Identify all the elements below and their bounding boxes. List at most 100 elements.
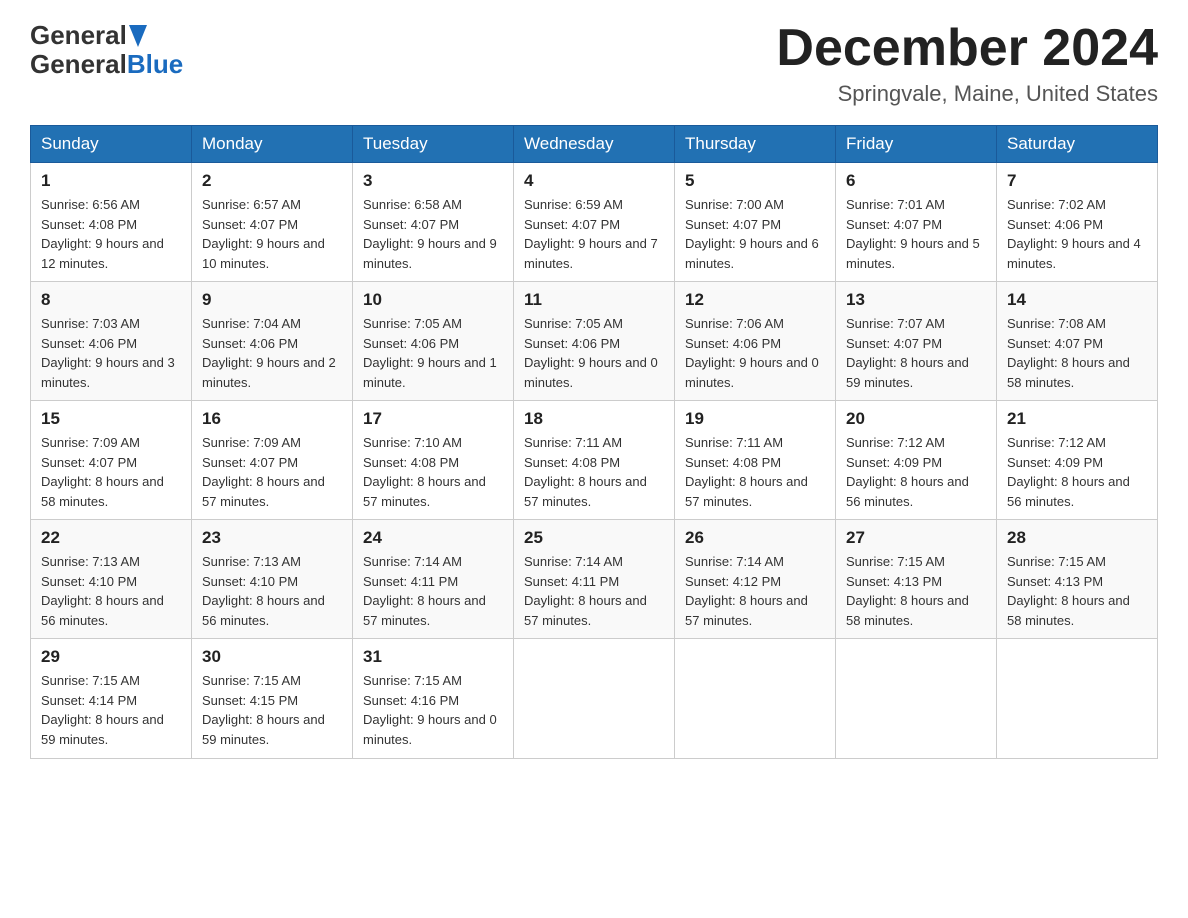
day-info: Sunrise: 7:14 AMSunset: 4:12 PMDaylight:… xyxy=(685,554,808,628)
table-row: 21 Sunrise: 7:12 AMSunset: 4:09 PMDaylig… xyxy=(997,401,1158,520)
table-row: 23 Sunrise: 7:13 AMSunset: 4:10 PMDaylig… xyxy=(192,520,353,639)
table-row: 18 Sunrise: 7:11 AMSunset: 4:08 PMDaylig… xyxy=(514,401,675,520)
table-row: 1 Sunrise: 6:56 AMSunset: 4:08 PMDayligh… xyxy=(31,163,192,282)
logo-blue-text: Blue xyxy=(127,49,183,79)
table-row xyxy=(514,639,675,759)
table-row: 24 Sunrise: 7:14 AMSunset: 4:11 PMDaylig… xyxy=(353,520,514,639)
table-row: 7 Sunrise: 7:02 AMSunset: 4:06 PMDayligh… xyxy=(997,163,1158,282)
table-row: 8 Sunrise: 7:03 AMSunset: 4:06 PMDayligh… xyxy=(31,282,192,401)
day-number: 20 xyxy=(846,409,986,429)
day-number: 24 xyxy=(363,528,503,548)
day-info: Sunrise: 7:12 AMSunset: 4:09 PMDaylight:… xyxy=(846,435,969,509)
header-sunday: Sunday xyxy=(31,126,192,163)
day-number: 1 xyxy=(41,171,181,191)
logo-general-text: General xyxy=(30,49,127,79)
day-number: 13 xyxy=(846,290,986,310)
day-number: 18 xyxy=(524,409,664,429)
table-row: 4 Sunrise: 6:59 AMSunset: 4:07 PMDayligh… xyxy=(514,163,675,282)
day-info: Sunrise: 7:15 AMSunset: 4:14 PMDaylight:… xyxy=(41,673,164,747)
table-row: 15 Sunrise: 7:09 AMSunset: 4:07 PMDaylig… xyxy=(31,401,192,520)
calendar-table: Sunday Monday Tuesday Wednesday Thursday… xyxy=(30,125,1158,759)
day-number: 19 xyxy=(685,409,825,429)
day-number: 5 xyxy=(685,171,825,191)
logo: General GeneralBlue xyxy=(30,20,183,80)
table-row: 9 Sunrise: 7:04 AMSunset: 4:06 PMDayligh… xyxy=(192,282,353,401)
day-number: 10 xyxy=(363,290,503,310)
day-info: Sunrise: 7:11 AMSunset: 4:08 PMDaylight:… xyxy=(685,435,808,509)
table-row: 25 Sunrise: 7:14 AMSunset: 4:11 PMDaylig… xyxy=(514,520,675,639)
day-number: 25 xyxy=(524,528,664,548)
day-number: 14 xyxy=(1007,290,1147,310)
day-info: Sunrise: 7:11 AMSunset: 4:08 PMDaylight:… xyxy=(524,435,647,509)
day-info: Sunrise: 7:03 AMSunset: 4:06 PMDaylight:… xyxy=(41,316,175,390)
table-row: 5 Sunrise: 7:00 AMSunset: 4:07 PMDayligh… xyxy=(675,163,836,282)
header-saturday: Saturday xyxy=(997,126,1158,163)
day-number: 8 xyxy=(41,290,181,310)
table-row: 20 Sunrise: 7:12 AMSunset: 4:09 PMDaylig… xyxy=(836,401,997,520)
day-info: Sunrise: 7:15 AMSunset: 4:16 PMDaylight:… xyxy=(363,673,497,747)
title-section: December 2024 Springvale, Maine, United … xyxy=(776,20,1158,107)
day-info: Sunrise: 7:05 AMSunset: 4:06 PMDaylight:… xyxy=(363,316,497,390)
day-info: Sunrise: 7:07 AMSunset: 4:07 PMDaylight:… xyxy=(846,316,969,390)
header-monday: Monday xyxy=(192,126,353,163)
calendar-week-row: 15 Sunrise: 7:09 AMSunset: 4:07 PMDaylig… xyxy=(31,401,1158,520)
table-row: 22 Sunrise: 7:13 AMSunset: 4:10 PMDaylig… xyxy=(31,520,192,639)
day-info: Sunrise: 6:59 AMSunset: 4:07 PMDaylight:… xyxy=(524,197,658,271)
table-row: 3 Sunrise: 6:58 AMSunset: 4:07 PMDayligh… xyxy=(353,163,514,282)
header-thursday: Thursday xyxy=(675,126,836,163)
calendar-week-row: 8 Sunrise: 7:03 AMSunset: 4:06 PMDayligh… xyxy=(31,282,1158,401)
day-number: 30 xyxy=(202,647,342,667)
table-row xyxy=(836,639,997,759)
table-row: 27 Sunrise: 7:15 AMSunset: 4:13 PMDaylig… xyxy=(836,520,997,639)
day-number: 31 xyxy=(363,647,503,667)
logo-arrow-icon xyxy=(129,25,147,47)
table-row: 6 Sunrise: 7:01 AMSunset: 4:07 PMDayligh… xyxy=(836,163,997,282)
calendar-week-row: 29 Sunrise: 7:15 AMSunset: 4:14 PMDaylig… xyxy=(31,639,1158,759)
day-number: 28 xyxy=(1007,528,1147,548)
day-number: 3 xyxy=(363,171,503,191)
table-row: 2 Sunrise: 6:57 AMSunset: 4:07 PMDayligh… xyxy=(192,163,353,282)
day-number: 26 xyxy=(685,528,825,548)
day-number: 12 xyxy=(685,290,825,310)
day-number: 22 xyxy=(41,528,181,548)
day-info: Sunrise: 7:15 AMSunset: 4:13 PMDaylight:… xyxy=(1007,554,1130,628)
day-info: Sunrise: 7:08 AMSunset: 4:07 PMDaylight:… xyxy=(1007,316,1130,390)
month-title: December 2024 xyxy=(776,20,1158,77)
table-row: 10 Sunrise: 7:05 AMSunset: 4:06 PMDaylig… xyxy=(353,282,514,401)
table-row: 17 Sunrise: 7:10 AMSunset: 4:08 PMDaylig… xyxy=(353,401,514,520)
header-friday: Friday xyxy=(836,126,997,163)
day-info: Sunrise: 7:02 AMSunset: 4:06 PMDaylight:… xyxy=(1007,197,1141,271)
day-number: 21 xyxy=(1007,409,1147,429)
calendar-week-row: 1 Sunrise: 6:56 AMSunset: 4:08 PMDayligh… xyxy=(31,163,1158,282)
day-info: Sunrise: 7:15 AMSunset: 4:13 PMDaylight:… xyxy=(846,554,969,628)
day-info: Sunrise: 7:09 AMSunset: 4:07 PMDaylight:… xyxy=(202,435,325,509)
day-number: 29 xyxy=(41,647,181,667)
table-row: 14 Sunrise: 7:08 AMSunset: 4:07 PMDaylig… xyxy=(997,282,1158,401)
location-text: Springvale, Maine, United States xyxy=(776,81,1158,107)
table-row: 11 Sunrise: 7:05 AMSunset: 4:06 PMDaylig… xyxy=(514,282,675,401)
day-info: Sunrise: 7:14 AMSunset: 4:11 PMDaylight:… xyxy=(524,554,647,628)
table-row: 13 Sunrise: 7:07 AMSunset: 4:07 PMDaylig… xyxy=(836,282,997,401)
day-info: Sunrise: 6:57 AMSunset: 4:07 PMDaylight:… xyxy=(202,197,325,271)
day-info: Sunrise: 7:01 AMSunset: 4:07 PMDaylight:… xyxy=(846,197,980,271)
day-info: Sunrise: 7:09 AMSunset: 4:07 PMDaylight:… xyxy=(41,435,164,509)
calendar-week-row: 22 Sunrise: 7:13 AMSunset: 4:10 PMDaylig… xyxy=(31,520,1158,639)
table-row: 28 Sunrise: 7:15 AMSunset: 4:13 PMDaylig… xyxy=(997,520,1158,639)
table-row xyxy=(997,639,1158,759)
table-row: 30 Sunrise: 7:15 AMSunset: 4:15 PMDaylig… xyxy=(192,639,353,759)
day-number: 15 xyxy=(41,409,181,429)
day-number: 23 xyxy=(202,528,342,548)
day-info: Sunrise: 6:58 AMSunset: 4:07 PMDaylight:… xyxy=(363,197,497,271)
day-number: 27 xyxy=(846,528,986,548)
day-number: 6 xyxy=(846,171,986,191)
day-info: Sunrise: 7:06 AMSunset: 4:06 PMDaylight:… xyxy=(685,316,819,390)
day-number: 7 xyxy=(1007,171,1147,191)
day-number: 16 xyxy=(202,409,342,429)
table-row xyxy=(675,639,836,759)
day-info: Sunrise: 7:14 AMSunset: 4:11 PMDaylight:… xyxy=(363,554,486,628)
day-info: Sunrise: 7:00 AMSunset: 4:07 PMDaylight:… xyxy=(685,197,819,271)
table-row: 29 Sunrise: 7:15 AMSunset: 4:14 PMDaylig… xyxy=(31,639,192,759)
day-number: 4 xyxy=(524,171,664,191)
day-number: 2 xyxy=(202,171,342,191)
day-info: Sunrise: 7:15 AMSunset: 4:15 PMDaylight:… xyxy=(202,673,325,747)
